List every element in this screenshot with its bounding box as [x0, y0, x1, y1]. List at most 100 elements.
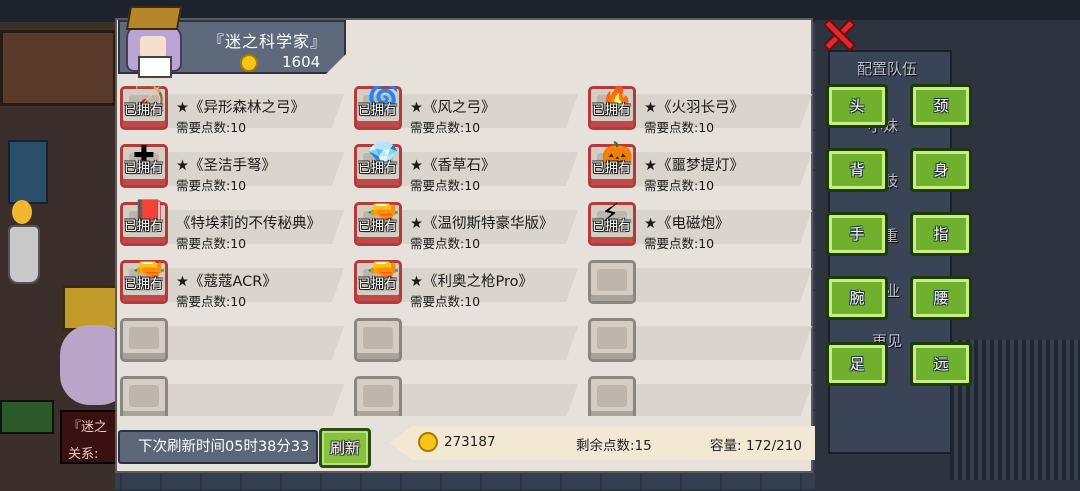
item-frame: 🔫 已拥有: [354, 257, 402, 304]
item-name: ★《温彻斯特豪华版》: [410, 216, 554, 232]
shop-item[interactable]: 🔫 已拥有 ★《温彻斯特豪华版》 需要点数:10: [350, 199, 580, 251]
player-gold: 1604: [282, 53, 321, 71]
empty-slot[interactable]: [116, 318, 346, 364]
shop-item[interactable]: ⚡ 已拥有 ★《电磁炮》 需要点数:10: [584, 199, 814, 251]
item-name: 《特埃莉的不传秘典》: [176, 216, 321, 232]
item-cost: 需要点数:10: [644, 236, 715, 251]
slot-banner: [144, 384, 344, 416]
body-part-button[interactable]: 颈: [910, 84, 972, 128]
item-frame: [588, 376, 636, 416]
item-name: ★《异形森林之弓》: [176, 100, 305, 116]
shop-item[interactable]: 🌀 已拥有 ★《风之弓》 需要点数:10: [350, 86, 580, 135]
item-cost: 需要点数:10: [176, 120, 247, 135]
shop-item[interactable]: 🎃 已拥有 ★《噩梦提灯》 需要点数:10: [584, 141, 814, 193]
empty-slot[interactable]: [584, 260, 814, 306]
item-name: ★《火羽长弓》: [644, 100, 744, 116]
body-part-button[interactable]: 头: [826, 84, 888, 128]
gold-coin-icon: [418, 432, 438, 452]
owned-badge: 已拥有: [592, 219, 632, 234]
refresh-timer: 下次刷新时间05时38分33: [118, 430, 318, 464]
header-corner: [326, 54, 346, 74]
slot-banner: [378, 326, 578, 360]
body-part-button[interactable]: 手: [826, 212, 888, 256]
slot-banner: [612, 384, 812, 416]
item-name: ★《风之弓》: [410, 100, 496, 116]
empty-slot[interactable]: [350, 318, 580, 364]
item-frame-inner: [597, 269, 627, 291]
console-prop: [0, 400, 54, 434]
item-cost: 需要点数:10: [644, 120, 715, 135]
shop-item[interactable]: ✚ 已拥有 ★《圣洁手弩》 需要点数:10: [116, 141, 346, 193]
item-frame: 🏹 已拥有: [120, 86, 168, 130]
owned-badge: 已拥有: [592, 103, 632, 118]
owned-badge: 已拥有: [358, 219, 398, 234]
body-part-button[interactable]: 指: [910, 212, 972, 256]
item-cost: 需要点数:10: [176, 178, 247, 193]
body-part-button[interactable]: 身: [910, 148, 972, 192]
item-grid: 🏹 已拥有 ★《异形森林之弓》 需要点数:10 🌀 已拥有 ★《风之弓》 需要点数:10 🔥 已拥…: [116, 86, 816, 416]
body-part-button[interactable]: 足: [826, 342, 888, 386]
body-part-button[interactable]: 腕: [826, 276, 888, 320]
body-part-button[interactable]: 背: [826, 148, 888, 192]
shop-item[interactable]: 🔥 已拥有 ★《火羽长弓》 需要点数:10: [584, 86, 814, 135]
player-title: 『迷之科学家』: [208, 32, 328, 51]
shop-item[interactable]: 🏹 已拥有 ★《异形森林之弓》 需要点数:10: [116, 86, 346, 135]
item-cost: 需要点数:10: [410, 294, 481, 309]
owned-badge: 已拥有: [358, 161, 398, 176]
body-part-button[interactable]: 远: [910, 342, 972, 386]
shop-item[interactable]: 🔫 已拥有 ★《利奥之枪Pro》 需要点数:10: [350, 257, 580, 309]
shop-item[interactable]: 🔫 已拥有 ★《蔻蔻ACR》 需要点数:10: [116, 257, 346, 309]
avatar-hat: [125, 6, 183, 30]
item-cost: 需要点数:10: [410, 178, 481, 193]
empty-slot[interactable]: [584, 318, 814, 364]
item-frame-inner: [363, 327, 393, 349]
owned-badge: 已拥有: [358, 277, 398, 292]
item-frame: 🌀 已拥有: [354, 86, 402, 130]
npc-sign-relation: 关系:: [68, 447, 99, 462]
item-frame: ✚ 已拥有: [120, 141, 168, 188]
body-part-button[interactable]: 腰: [910, 276, 972, 320]
empty-slot[interactable]: [584, 376, 814, 416]
item-frame: 📕 已拥有: [120, 199, 168, 246]
flower-prop: [12, 200, 32, 224]
item-name: ★《香草石》: [410, 158, 496, 174]
item-frame-inner: [597, 385, 627, 407]
owned-badge: 已拥有: [124, 219, 164, 234]
empty-slot[interactable]: [116, 376, 346, 416]
owned-badge: 已拥有: [358, 103, 398, 118]
item-cost: 需要点数:10: [644, 178, 715, 193]
item-cost: 需要点数:10: [176, 236, 247, 251]
vase-prop: [8, 225, 40, 284]
shop-item[interactable]: 💎 已拥有 ★《香草石》 需要点数:10: [350, 141, 580, 193]
item-name: ★《蔻蔻ACR》: [176, 274, 277, 290]
item-frame-inner: [129, 327, 159, 349]
shop-item[interactable]: 📕 已拥有 《特埃莉的不传秘典》 需要点数:10: [116, 199, 346, 251]
slot-banner: [378, 384, 578, 416]
item-frame: [588, 260, 636, 304]
close-icon[interactable]: [820, 16, 858, 54]
item-cost: 需要点数:10: [176, 294, 247, 309]
avatar-face: [140, 36, 166, 58]
slot-banner: [612, 268, 812, 302]
item-frame: [588, 318, 636, 362]
item-name: ★《利奥之枪Pro》: [410, 274, 534, 290]
refresh-button[interactable]: 刷新: [319, 428, 371, 468]
capacity: 容量: 172/210: [710, 438, 802, 454]
avatar-body: [138, 56, 172, 78]
item-frame-inner: [129, 385, 159, 407]
item-frame: 💎 已拥有: [354, 141, 402, 188]
slot-banner: [144, 326, 344, 360]
item-cost: 需要点数:10: [410, 120, 481, 135]
item-frame: 🔫 已拥有: [120, 257, 168, 304]
item-frame: 🔫 已拥有: [354, 199, 402, 246]
desk-prop: [0, 30, 116, 106]
item-frame: [354, 376, 402, 416]
slot-banner: [612, 326, 812, 360]
item-frame: 🎃 已拥有: [588, 141, 636, 188]
empty-slot[interactable]: [350, 376, 580, 416]
gold-coin-icon: [240, 54, 258, 72]
item-frame: 🔥 已拥有: [588, 86, 636, 130]
item-name: ★《噩梦提灯》: [644, 158, 744, 174]
owned-badge: 已拥有: [592, 161, 632, 176]
team-config-label: 配置队伍: [857, 60, 918, 78]
